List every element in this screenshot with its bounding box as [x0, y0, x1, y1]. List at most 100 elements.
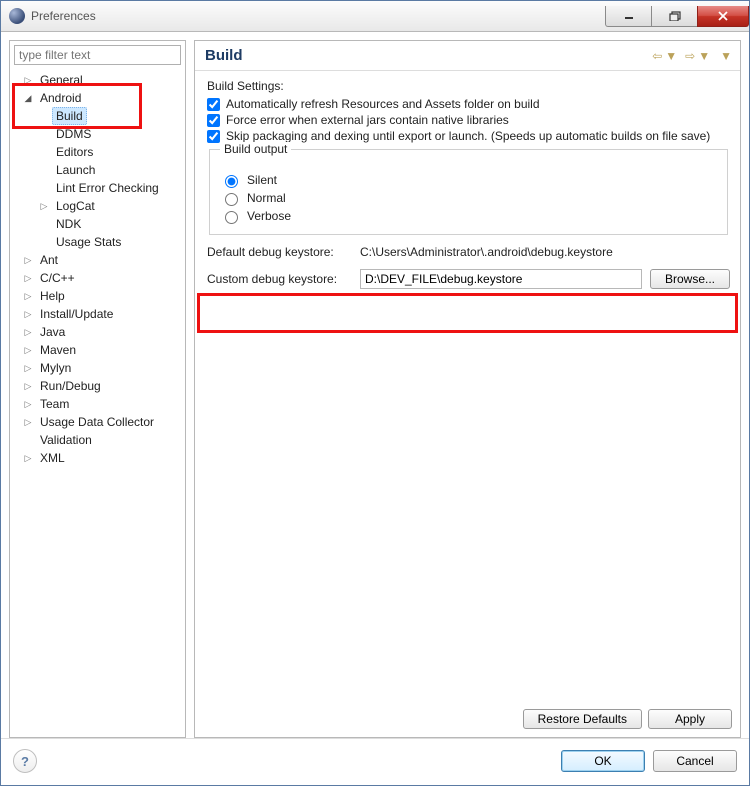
tree-item-label: XML — [36, 449, 69, 467]
minimize-button[interactable] — [605, 6, 652, 27]
tree-item-label: Help — [36, 287, 69, 305]
back-menu-icon[interactable]: ▼ — [665, 49, 677, 63]
tree-item[interactable]: Launch — [12, 161, 183, 179]
check-force-error[interactable]: Force error when external jars contain n… — [207, 113, 730, 127]
build-output-group: Build output SilentNormalVerbose — [209, 149, 728, 235]
tree-item[interactable]: ▷Ant — [12, 251, 183, 269]
check-skip-packaging-input[interactable] — [207, 130, 220, 143]
annotation-custom-keystore — [197, 293, 738, 333]
tree-item[interactable]: ▷Run/Debug — [12, 377, 183, 395]
tree-item-label: NDK — [52, 215, 85, 233]
tree-item-label: Install/Update — [36, 305, 117, 323]
app-icon — [9, 8, 25, 24]
tree-item[interactable]: NDK — [12, 215, 183, 233]
expander-closed-icon[interactable]: ▷ — [22, 398, 34, 410]
tree-item-label: C/C++ — [36, 269, 79, 287]
maximize-button[interactable] — [652, 6, 697, 27]
check-auto-refresh[interactable]: Automatically refresh Resources and Asse… — [207, 97, 730, 111]
expander-closed-icon[interactable]: ▷ — [22, 308, 34, 320]
cancel-button[interactable]: Cancel — [653, 750, 737, 772]
default-keystore-value: C:\Users\Administrator\.android\debug.ke… — [360, 243, 730, 261]
tree-item[interactable]: Validation — [12, 431, 183, 449]
tree-item-label: Mylyn — [36, 359, 75, 377]
forward-icon[interactable]: ⇨ — [685, 49, 695, 63]
expander-none — [38, 164, 50, 176]
expander-closed-icon[interactable]: ▷ — [22, 326, 34, 338]
tree-item[interactable]: ▷Help — [12, 287, 183, 305]
preferences-page: Build ⇦▼ ⇨▼ ▼ Build Settings: Automatica… — [194, 40, 741, 738]
window-title: Preferences — [31, 9, 605, 23]
check-force-error-input[interactable] — [207, 114, 220, 127]
radio-normal[interactable]: Normal — [220, 190, 717, 206]
expander-closed-icon[interactable]: ▷ — [22, 416, 34, 428]
radio-silent[interactable]: Silent — [220, 172, 717, 188]
tree-item[interactable]: ▷XML — [12, 449, 183, 467]
tree-item[interactable]: ◢Android — [12, 89, 183, 107]
tree-item-label: LogCat — [52, 197, 99, 215]
tree-item[interactable]: Lint Error Checking — [12, 179, 183, 197]
tree-item[interactable]: ▷Maven — [12, 341, 183, 359]
page-menu-icon[interactable]: ▼ — [720, 49, 732, 63]
tree-item-label: Validation — [36, 431, 96, 449]
expander-closed-icon[interactable]: ▷ — [22, 74, 34, 86]
custom-keystore-input[interactable] — [360, 269, 642, 289]
browse-button[interactable]: Browse... — [650, 269, 730, 289]
expander-none — [22, 434, 34, 446]
titlebar[interactable]: Preferences — [1, 1, 749, 32]
expander-none — [38, 110, 50, 122]
radio-verbose[interactable]: Verbose — [220, 208, 717, 224]
expander-closed-icon[interactable]: ▷ — [22, 380, 34, 392]
close-button[interactable] — [697, 6, 749, 27]
check-auto-refresh-input[interactable] — [207, 98, 220, 111]
expander-none — [38, 236, 50, 248]
window-controls — [605, 6, 749, 27]
tree-item-label: Lint Error Checking — [52, 179, 163, 197]
custom-keystore-label: Custom debug keystore: — [207, 272, 352, 286]
tree-item[interactable]: ▷LogCat — [12, 197, 183, 215]
ok-button[interactable]: OK — [561, 750, 645, 772]
tree-item[interactable]: ▷General — [12, 71, 183, 89]
expander-closed-icon[interactable]: ▷ — [22, 452, 34, 464]
forward-menu-icon[interactable]: ▼ — [698, 49, 710, 63]
radio-silent-input[interactable] — [225, 175, 238, 188]
page-title: Build — [205, 47, 243, 64]
restore-defaults-button[interactable]: Restore Defaults — [523, 709, 642, 729]
tree-item[interactable]: ▷Mylyn — [12, 359, 183, 377]
expander-closed-icon[interactable]: ▷ — [22, 290, 34, 302]
expander-open-icon[interactable]: ◢ — [22, 92, 34, 104]
expander-closed-icon[interactable]: ▷ — [22, 254, 34, 266]
expander-closed-icon[interactable]: ▷ — [22, 272, 34, 284]
tree-item[interactable]: ▷Install/Update — [12, 305, 183, 323]
expander-closed-icon[interactable]: ▷ — [38, 200, 50, 212]
radio-verbose-input[interactable] — [225, 211, 238, 224]
preferences-tree-panel: ▷General◢AndroidBuildDDMSEditorsLaunchLi… — [9, 40, 186, 738]
preferences-window: Preferences ▷General◢AndroidBuildDDMSEdi… — [0, 0, 750, 786]
custom-keystore-row: Custom debug keystore: Browse... — [207, 269, 730, 289]
check-skip-packaging[interactable]: Skip packaging and dexing until export o… — [207, 129, 730, 143]
tree-item-label: Team — [36, 395, 73, 413]
expander-closed-icon[interactable]: ▷ — [22, 344, 34, 356]
tree-item[interactable]: ▷Team — [12, 395, 183, 413]
apply-button[interactable]: Apply — [648, 709, 732, 729]
tree-item[interactable]: ▷C/C++ — [12, 269, 183, 287]
tree-item[interactable]: Usage Stats — [12, 233, 183, 251]
tree-item-label: Java — [36, 323, 69, 341]
tree-item-label: Usage Stats — [52, 233, 125, 251]
default-keystore-row: Default debug keystore: C:\Users\Adminis… — [207, 243, 730, 261]
tree-item-label: Run/Debug — [36, 377, 105, 395]
help-button[interactable]: ? — [13, 749, 37, 773]
tree-item-label: DDMS — [52, 125, 95, 143]
filter-input[interactable] — [14, 45, 181, 65]
tree-item[interactable]: DDMS — [12, 125, 183, 143]
tree-item[interactable]: ▷Usage Data Collector — [12, 413, 183, 431]
radio-normal-input[interactable] — [225, 193, 238, 206]
tree-item[interactable]: Build — [12, 107, 183, 125]
tree-item[interactable]: ▷Java — [12, 323, 183, 341]
expander-none — [38, 218, 50, 230]
default-keystore-label: Default debug keystore: — [207, 245, 352, 259]
expander-closed-icon[interactable]: ▷ — [22, 362, 34, 374]
tree-item[interactable]: Editors — [12, 143, 183, 161]
back-icon[interactable]: ⇦ — [652, 49, 662, 63]
dialog-footer: ? OK Cancel — [1, 738, 749, 785]
preferences-tree[interactable]: ▷General◢AndroidBuildDDMSEditorsLaunchLi… — [10, 69, 185, 737]
